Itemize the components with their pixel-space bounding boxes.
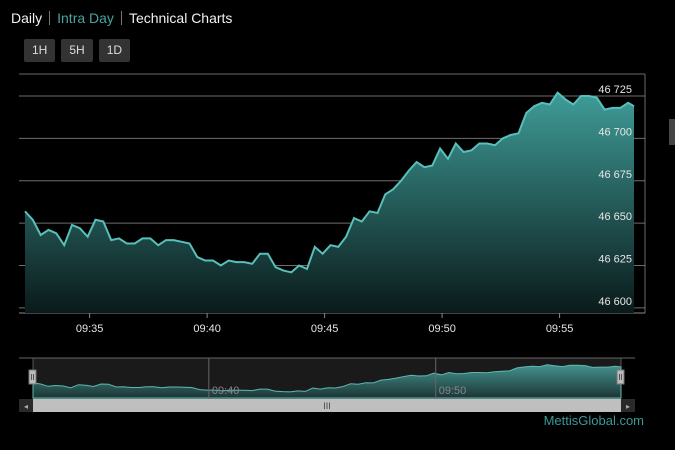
navigator-tick-label: 09:40	[212, 385, 240, 397]
x-tick-label: 09:45	[311, 323, 339, 335]
x-tick-label: 09:55	[546, 323, 574, 335]
intraday-chart: 46 600 46 625 46 650 46 675 46 700 46 725 09:…	[19, 73, 646, 412]
y-tick-label: 46 675	[598, 169, 632, 181]
y-tick-label: 46 700	[598, 126, 632, 138]
series-area-fill	[25, 92, 634, 313]
navigator-handle-right[interactable]	[616, 369, 625, 385]
x-tick-label: 09:35	[76, 323, 104, 335]
y-tick-label: 46 725	[598, 84, 632, 96]
navigator-tick-label: 09:50	[439, 385, 467, 397]
x-tick-label: 09:40	[193, 323, 221, 335]
scroll-left-arrow-icon[interactable]: ◂	[24, 402, 28, 411]
y-tick-label: 46 625	[598, 254, 632, 266]
series-area	[24, 91, 635, 313]
scroll-right-arrow-icon[interactable]: ▸	[626, 402, 630, 411]
navigator-handle-left[interactable]	[28, 369, 37, 385]
scrollbar-grip: III	[323, 401, 331, 411]
brand-link[interactable]: MettisGlobal.com	[544, 413, 644, 428]
y-tick-label: 46 650	[598, 211, 632, 223]
x-axis-ticks: 09:35 09:40 09:45 09:50 09:55	[76, 313, 573, 335]
y-tick-label: 46 600	[598, 296, 632, 308]
side-panel-handle[interactable]	[669, 119, 675, 145]
x-tick-label: 09:50	[428, 323, 456, 335]
